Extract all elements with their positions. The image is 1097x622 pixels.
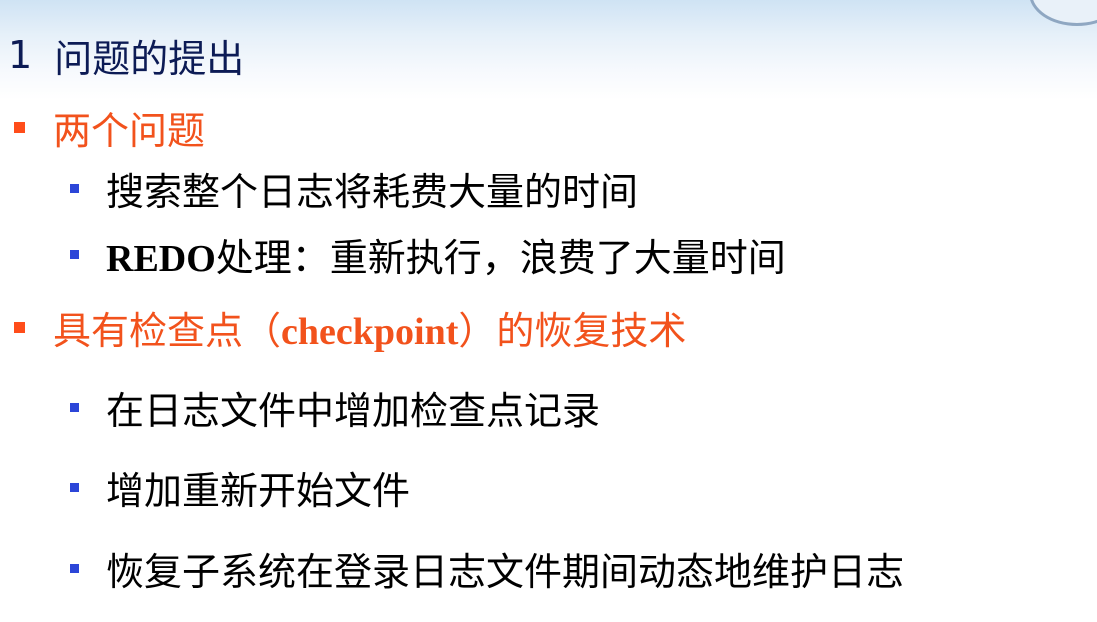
square-bullet-icon — [70, 563, 79, 573]
list-item-text: REDO处理：重新执行，浪费了大量时间 — [106, 227, 786, 282]
list-item: 搜索整个日志将耗费大量的时间 — [70, 163, 639, 214]
list-item: 在日志文件中增加检查点记录 — [70, 382, 601, 433]
list-item-text: 搜索整个日志将耗费大量的时间 — [106, 169, 639, 214]
slide-title: 1 问题的提出 — [8, 28, 244, 82]
list-item: 恢复子系统在登录日志文件期间动态地维护日志 — [70, 543, 905, 594]
square-bullet-icon — [70, 402, 79, 412]
heading-part: 具有检查点（ — [53, 308, 282, 353]
square-bullet-icon — [14, 321, 25, 333]
section-heading-checkpoint: 具有检查点（checkpoint）的恢复技术 — [14, 299, 686, 355]
checkpoint-keyword: checkpoint — [281, 310, 459, 353]
slide: 1 问题的提出 两个问题 搜索整个日志将耗费大量的时间 REDO处理：重新执行，… — [0, 0, 1097, 622]
section-heading-text: 两个问题 — [53, 108, 206, 153]
list-item-text: 在日志文件中增加检查点记录 — [106, 388, 601, 433]
list-item-text: 恢复子系统在登录日志文件期间动态地维护日志 — [106, 549, 905, 594]
section-heading-text: 具有检查点（checkpoint）的恢复技术 — [53, 300, 686, 355]
square-bullet-icon — [70, 249, 79, 259]
list-item-rest: 处理：重新执行，浪费了大量时间 — [215, 235, 786, 280]
square-bullet-icon — [14, 121, 25, 133]
section-heading-two-problems: 两个问题 — [14, 102, 206, 153]
square-bullet-icon — [70, 183, 79, 193]
title-number: 1 — [8, 33, 33, 77]
list-item-text: 增加重新开始文件 — [106, 468, 411, 513]
list-item: REDO处理：重新执行，浪费了大量时间 — [70, 227, 786, 282]
title-text: 问题的提出 — [54, 36, 245, 81]
redo-keyword: REDO — [106, 237, 216, 280]
heading-part: ）的恢复技术 — [458, 308, 687, 353]
list-item: 增加重新开始文件 — [70, 462, 411, 513]
square-bullet-icon — [70, 482, 79, 492]
